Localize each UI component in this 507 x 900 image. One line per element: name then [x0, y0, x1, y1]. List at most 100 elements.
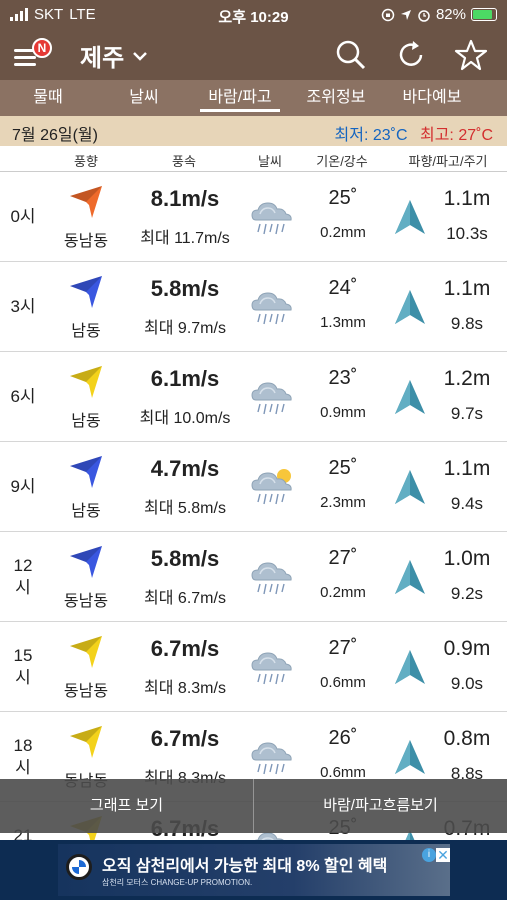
tab-tide-info[interactable]: 조위정보: [288, 80, 384, 116]
forecast-row[interactable]: 3시 남동 5.8m/s 최대 9.7m/s 24˚ 1.3mm 1.1m 9.…: [0, 262, 507, 352]
row-wave-period: 9.7s: [450, 404, 484, 423]
star-icon[interactable]: [454, 38, 488, 72]
row-wind-gust: 최대 8.3m/s: [144, 680, 226, 697]
row-temp: 24˚: [328, 277, 358, 299]
wind-direction-icon: [70, 186, 102, 218]
wind-direction-icon: [70, 726, 102, 758]
chevron-down-icon: [133, 51, 148, 61]
ad-subline: 삼천리 모터스 CHANGE-UP PROMOTION.: [102, 878, 253, 887]
forecast-row[interactable]: 6시 남동 6.1m/s 최대 10.0m/s 23˚ 0.9mm 1.2m 9…: [0, 352, 507, 442]
row-wave-period: 9.4s: [450, 494, 484, 513]
menu-button[interactable]: N: [12, 38, 52, 72]
row-temp: 27˚: [328, 637, 358, 659]
row-wind-dir: 동남동: [63, 683, 109, 700]
tab-sea-forecast[interactable]: 바다예보: [384, 80, 480, 116]
wave-direction-icon: [395, 290, 425, 324]
location-icon: [400, 9, 411, 20]
row-wave-height: 0.9m: [443, 637, 491, 660]
tab-bar: 물때 날씨 바람/파고 조위정보 바다예보 지점: [0, 80, 507, 116]
row-wind-dir: 동남동: [63, 233, 109, 250]
row-wave-period: 10.3s: [446, 224, 488, 243]
row-time: 3시: [10, 297, 36, 316]
col-wind-dir: 풍향: [74, 154, 98, 169]
row-wave-period: 9.8s: [450, 314, 484, 333]
wave-direction-icon: [395, 560, 425, 594]
ad-banner[interactable]: 오직 삼천리에서 가능한 최대 8% 할인 혜택 삼천리 모터스 CHANGE-…: [0, 840, 507, 900]
bmw-logo-icon: [66, 854, 92, 880]
cloud-rain-icon: [251, 292, 292, 325]
ad-close-icon[interactable]: ✕: [436, 848, 450, 862]
row-wind-gust: 최대 9.7m/s: [144, 320, 226, 337]
forecast-row[interactable]: 0시 동남동 8.1m/s 최대 11.7m/s 25˚ 0.2mm 1.1m …: [0, 172, 507, 262]
row-wave-height: 1.1m: [443, 187, 491, 210]
temp-range: 최저: 23˚C 최고: 27˚C: [335, 121, 493, 145]
row-wave-period: 9.2s: [450, 584, 484, 603]
notification-badge: N: [32, 38, 52, 58]
row-wind-dir: 남동: [71, 413, 101, 430]
row-rain: 0.2mm: [320, 224, 366, 241]
date-bar: 7월 26일(월) 최저: 23˚C 최고: 27˚C: [0, 116, 507, 146]
row-wind-speed: 5.8m/s: [150, 276, 220, 301]
row-wave-height: 1.0m: [443, 547, 491, 570]
cloud-rain-icon: [251, 562, 292, 595]
row-wind-dir: 남동: [71, 323, 101, 340]
graph-view-button[interactable]: 그래프 보기: [0, 779, 253, 833]
row-rain: 1.3mm: [320, 314, 366, 331]
row-wave-period: 9.0s: [450, 674, 484, 693]
row-wind-dir: 동남동: [63, 593, 109, 610]
ad-info-icon[interactable]: i: [422, 848, 436, 862]
battery-icon: [471, 8, 497, 21]
wave-direction-icon: [395, 740, 425, 774]
forecast-row[interactable]: 15 시 동남동 6.7m/s 최대 8.3m/s 27˚ 0.6mm 0.9m …: [0, 622, 507, 712]
tab-tide[interactable]: 물때: [0, 80, 96, 116]
wind-direction-icon: [70, 636, 102, 668]
row-wind-speed: 5.8m/s: [150, 546, 220, 571]
tab-weather[interactable]: 날씨: [96, 80, 192, 116]
cloud-rain-icon: [251, 652, 292, 685]
row-time: 12 시: [13, 556, 33, 597]
wind-direction-icon: [70, 456, 102, 488]
rotation-lock-icon: [381, 8, 395, 21]
row-wind-speed: 6.7m/s: [150, 726, 220, 751]
status-bar: SKT LTE 오후 10:29 82%: [0, 0, 507, 30]
status-right: 82%: [381, 6, 497, 23]
date-label: 7월 26일(월): [12, 127, 98, 144]
search-icon[interactable]: [334, 38, 368, 72]
wind-direction-icon: [70, 366, 102, 398]
row-wind-dir: 남동: [71, 503, 101, 520]
wind-wave-flow-button[interactable]: 바람/파고흐름보기: [253, 779, 507, 833]
cloud-rain-icon: [251, 202, 292, 235]
col-weather: 날씨: [258, 154, 282, 169]
wave-direction-icon: [395, 650, 425, 684]
wind-direction-icon: [70, 276, 102, 308]
row-temp: 27˚: [328, 547, 358, 569]
tab-wind-wave[interactable]: 바람/파고: [192, 80, 288, 116]
col-wave: 파향/파고/주기: [408, 154, 488, 169]
row-temp: 23˚: [328, 367, 358, 389]
cloud-rain-icon: [251, 382, 292, 415]
row-rain: 0.6mm: [320, 674, 366, 691]
col-wind-speed: 풍속: [172, 154, 196, 169]
ad-creative[interactable]: 오직 삼천리에서 가능한 최대 8% 할인 혜택 삼천리 모터스 CHANGE-…: [58, 844, 450, 896]
forecast-row[interactable]: 12 시 동남동 5.8m/s 최대 6.7m/s 27˚ 0.2mm 1.0m …: [0, 532, 507, 622]
refresh-icon[interactable]: [394, 38, 428, 72]
bottom-action-bar: 그래프 보기 바람/파고흐름보기: [0, 779, 507, 833]
min-temp: 최저: 23˚C: [334, 127, 408, 144]
row-wind-speed: 6.7m/s: [150, 636, 220, 661]
row-wind-speed: 4.7m/s: [150, 456, 220, 481]
row-time: 9시: [10, 477, 36, 496]
forecast-row[interactable]: 9시 남동 4.7m/s 최대 5.8m/s 25˚ 2.3mm 1.1m 9.…: [0, 442, 507, 532]
row-wave-height: 1.1m: [443, 277, 491, 300]
location-name: 제주: [80, 45, 125, 72]
row-wave-height: 1.2m: [443, 367, 491, 390]
col-temp-rain: 기온/강수: [316, 154, 368, 169]
row-wind-speed: 8.1m/s: [150, 186, 220, 211]
app-header: N 제주: [0, 30, 507, 80]
location-selector[interactable]: 제주: [80, 38, 148, 73]
row-wind-gust: 최대 11.7m/s: [140, 230, 230, 247]
max-temp: 최고: 27˚C: [419, 127, 493, 144]
alarm-icon: [418, 9, 430, 22]
row-time: 6시: [10, 387, 36, 406]
battery-percent: 82%: [435, 6, 466, 23]
tab-point[interactable]: 지점: [480, 80, 507, 116]
